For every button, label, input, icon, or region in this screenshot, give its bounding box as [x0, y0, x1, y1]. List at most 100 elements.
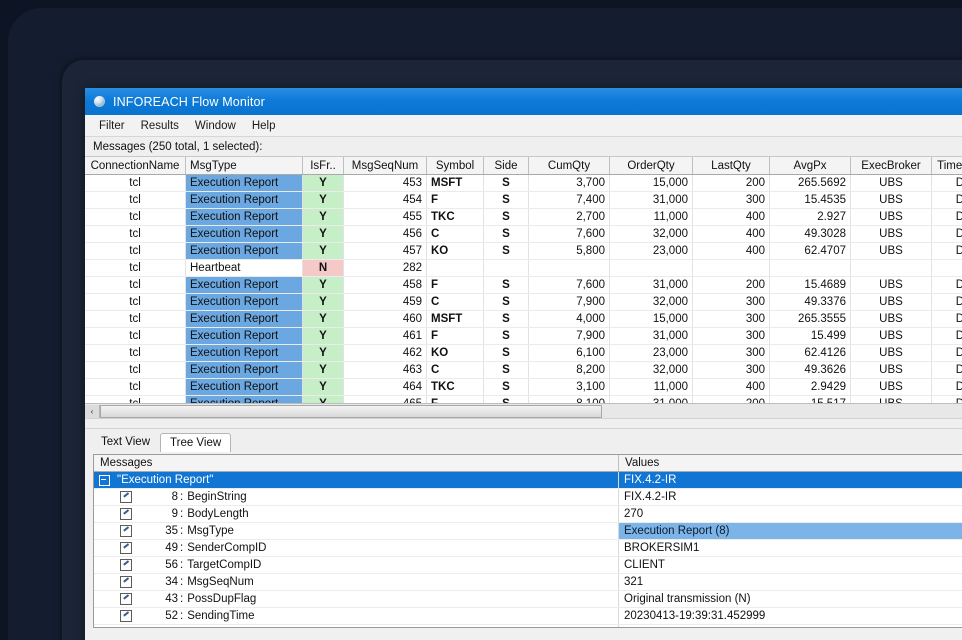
column-header-isfresh[interactable]: IsFr.. — [303, 157, 344, 175]
column-header-execbroker[interactable]: ExecBroker — [851, 157, 932, 175]
menu-item-filter[interactable]: Filter — [91, 118, 133, 134]
cell-avgpx: 2.9429 — [770, 379, 851, 396]
menu-item-window[interactable]: Window — [187, 118, 244, 134]
table-row[interactable]: tclExecution ReportY457KOS5,80023,000400… — [85, 243, 962, 260]
tree-field-tag: 8 — [134, 491, 180, 503]
table-row[interactable]: tclExecution ReportY454FS7,40031,0003001… — [85, 192, 962, 209]
column-header-symbol[interactable]: Symbol — [427, 157, 484, 175]
table-row[interactable]: tclExecution ReportY461FS7,90031,0003001… — [85, 328, 962, 345]
field-edit-icon[interactable] — [120, 508, 132, 520]
column-header-msgseqnum[interactable]: MsgSeqNum — [344, 157, 427, 175]
tree-field-row[interactable]: 49:SenderCompIDBROKERSIM1 — [94, 540, 962, 557]
menu-item-results[interactable]: Results — [133, 118, 187, 134]
table-row[interactable]: tclExecution ReportY453MSFTS3,70015,0002… — [85, 175, 962, 192]
tree-field-separator: : — [180, 627, 183, 628]
cell-connectionname: tcl — [85, 277, 186, 294]
cell-symbol: C — [427, 294, 484, 311]
scroll-left-arrow-icon[interactable]: ‹ — [85, 405, 100, 418]
field-edit-icon[interactable] — [120, 542, 132, 554]
table-row[interactable]: tclExecution ReportY455TKCS2,70011,00040… — [85, 209, 962, 226]
cell-msgtype: Heartbeat — [186, 260, 303, 277]
table-row[interactable]: tclExecution ReportY456CS7,60032,0004004… — [85, 226, 962, 243]
column-header-orderqty[interactable]: OrderQty — [610, 157, 693, 175]
collapse-icon[interactable] — [99, 475, 110, 486]
cell-cumqty: 7,900 — [529, 294, 610, 311]
cell-avgpx: 15.4689 — [770, 277, 851, 294]
cell-msgseqnum: 282 — [344, 260, 427, 277]
tree-field-name: BodyLength — [183, 508, 248, 520]
tab-tree-view[interactable]: Tree View — [160, 433, 231, 452]
column-header-cumqty[interactable]: CumQty — [529, 157, 610, 175]
cell-isfresh: Y — [303, 192, 344, 209]
tree-column-header-messages[interactable]: Messages — [94, 455, 619, 472]
tree-field-row[interactable]: 34:MsgSeqNum321 — [94, 574, 962, 591]
menu-item-help[interactable]: Help — [244, 118, 284, 134]
tree-field-row[interactable]: 35:MsgTypeExecution Report (8) — [94, 523, 962, 540]
table-row[interactable]: tclExecution ReportY465FS8,10031,0002001… — [85, 396, 962, 404]
tree-column-header-values[interactable]: Values — [619, 455, 962, 472]
column-header-connectionname[interactable]: ConnectionName — [85, 157, 186, 175]
tree-root-row[interactable]: "Execution Report"FIX.4.2-IR — [94, 472, 962, 489]
field-edit-icon[interactable] — [120, 525, 132, 537]
table-row[interactable]: tclExecution ReportY459CS7,90032,0003004… — [85, 294, 962, 311]
field-edit-icon[interactable] — [120, 627, 132, 628]
tree-field-tag: 52 — [134, 610, 180, 622]
cell-lastqty: 200 — [693, 277, 770, 294]
column-header-timeinforce[interactable]: TimeInFor.. — [932, 157, 962, 175]
panel-splitter[interactable] — [85, 418, 962, 429]
column-header-lastqty[interactable]: LastQty — [693, 157, 770, 175]
cell-cumqty: 7,900 — [529, 328, 610, 345]
tree-field-row[interactable]: 9:BodyLength270 — [94, 506, 962, 523]
cell-isfresh: Y — [303, 311, 344, 328]
field-edit-icon[interactable] — [120, 593, 132, 605]
cell-side: S — [484, 175, 529, 192]
cell-msgtype: Execution Report — [186, 362, 303, 379]
sphere-icon — [94, 96, 105, 107]
cell-msgtype: Execution Report — [186, 311, 303, 328]
tree-field-cell: 8:BeginString — [94, 489, 619, 506]
cell-symbol: MSFT — [427, 311, 484, 328]
tree-field-row[interactable]: 37:OrderIDBR.t7_MSFT.p4vd4.4 — [94, 625, 962, 629]
scrollbar-thumb[interactable] — [100, 405, 602, 418]
cell-timeinforce: Day — [932, 243, 962, 260]
table-row[interactable]: tclExecution ReportY462KOS6,10023,000300… — [85, 345, 962, 362]
cell-connectionname: tcl — [85, 209, 186, 226]
cell-side: S — [484, 294, 529, 311]
table-row[interactable]: tclExecution ReportY458FS7,60031,0002001… — [85, 277, 962, 294]
grid-horizontal-scrollbar[interactable]: ‹ — [85, 403, 962, 418]
tree-field-row[interactable]: 52:SendingTime20230413-19:39:31.452999 — [94, 608, 962, 625]
cell-avgpx: 15.499 — [770, 328, 851, 345]
table-row[interactable]: tclExecution ReportY463CS8,20032,0003004… — [85, 362, 962, 379]
table-row[interactable]: tclExecution ReportY460MSFTS4,00015,0003… — [85, 311, 962, 328]
cell-symbol: TKC — [427, 209, 484, 226]
cell-avgpx: 62.4126 — [770, 345, 851, 362]
tree-field-cell: 56:TargetCompID — [94, 557, 619, 574]
column-header-avgpx[interactable]: AvgPx — [770, 157, 851, 175]
application-window: INFOREACH Flow Monitor Filter Results Wi… — [85, 88, 962, 640]
cell-symbol: MSFT — [427, 175, 484, 192]
field-edit-icon[interactable] — [120, 576, 132, 588]
cell-lastqty: 400 — [693, 379, 770, 396]
cell-timeinforce: Day — [932, 175, 962, 192]
table-row[interactable]: tclHeartbeatN282 — [85, 260, 962, 277]
messages-grid[interactable]: ConnectionName MsgType IsFr.. MsgSeqNum … — [85, 157, 962, 403]
field-edit-icon[interactable] — [120, 559, 132, 571]
tree-field-row[interactable]: 43:PossDupFlagOriginal transmission (N) — [94, 591, 962, 608]
field-edit-icon[interactable] — [120, 491, 132, 503]
cell-side: S — [484, 328, 529, 345]
tree-field-row[interactable]: 8:BeginStringFIX.4.2-IR — [94, 489, 962, 506]
tree-field-row[interactable]: 56:TargetCompIDCLIENT — [94, 557, 962, 574]
table-row[interactable]: tclExecution ReportY464TKCS3,10011,00040… — [85, 379, 962, 396]
cell-connectionname: tcl — [85, 311, 186, 328]
cell-symbol: C — [427, 226, 484, 243]
message-detail-tree[interactable]: Messages Values "Execution Report"FIX.4.… — [93, 454, 962, 628]
cell-msgtype: Execution Report — [186, 175, 303, 192]
column-header-msgtype[interactable]: MsgType — [186, 157, 303, 175]
tree-field-cell: 52:SendingTime — [94, 608, 619, 625]
tab-text-view[interactable]: Text View — [91, 432, 160, 451]
cell-orderqty: 32,000 — [610, 226, 693, 243]
column-header-side[interactable]: Side — [484, 157, 529, 175]
cell-orderqty: 11,000 — [610, 379, 693, 396]
field-edit-icon[interactable] — [120, 610, 132, 622]
cell-cumqty: 7,600 — [529, 226, 610, 243]
